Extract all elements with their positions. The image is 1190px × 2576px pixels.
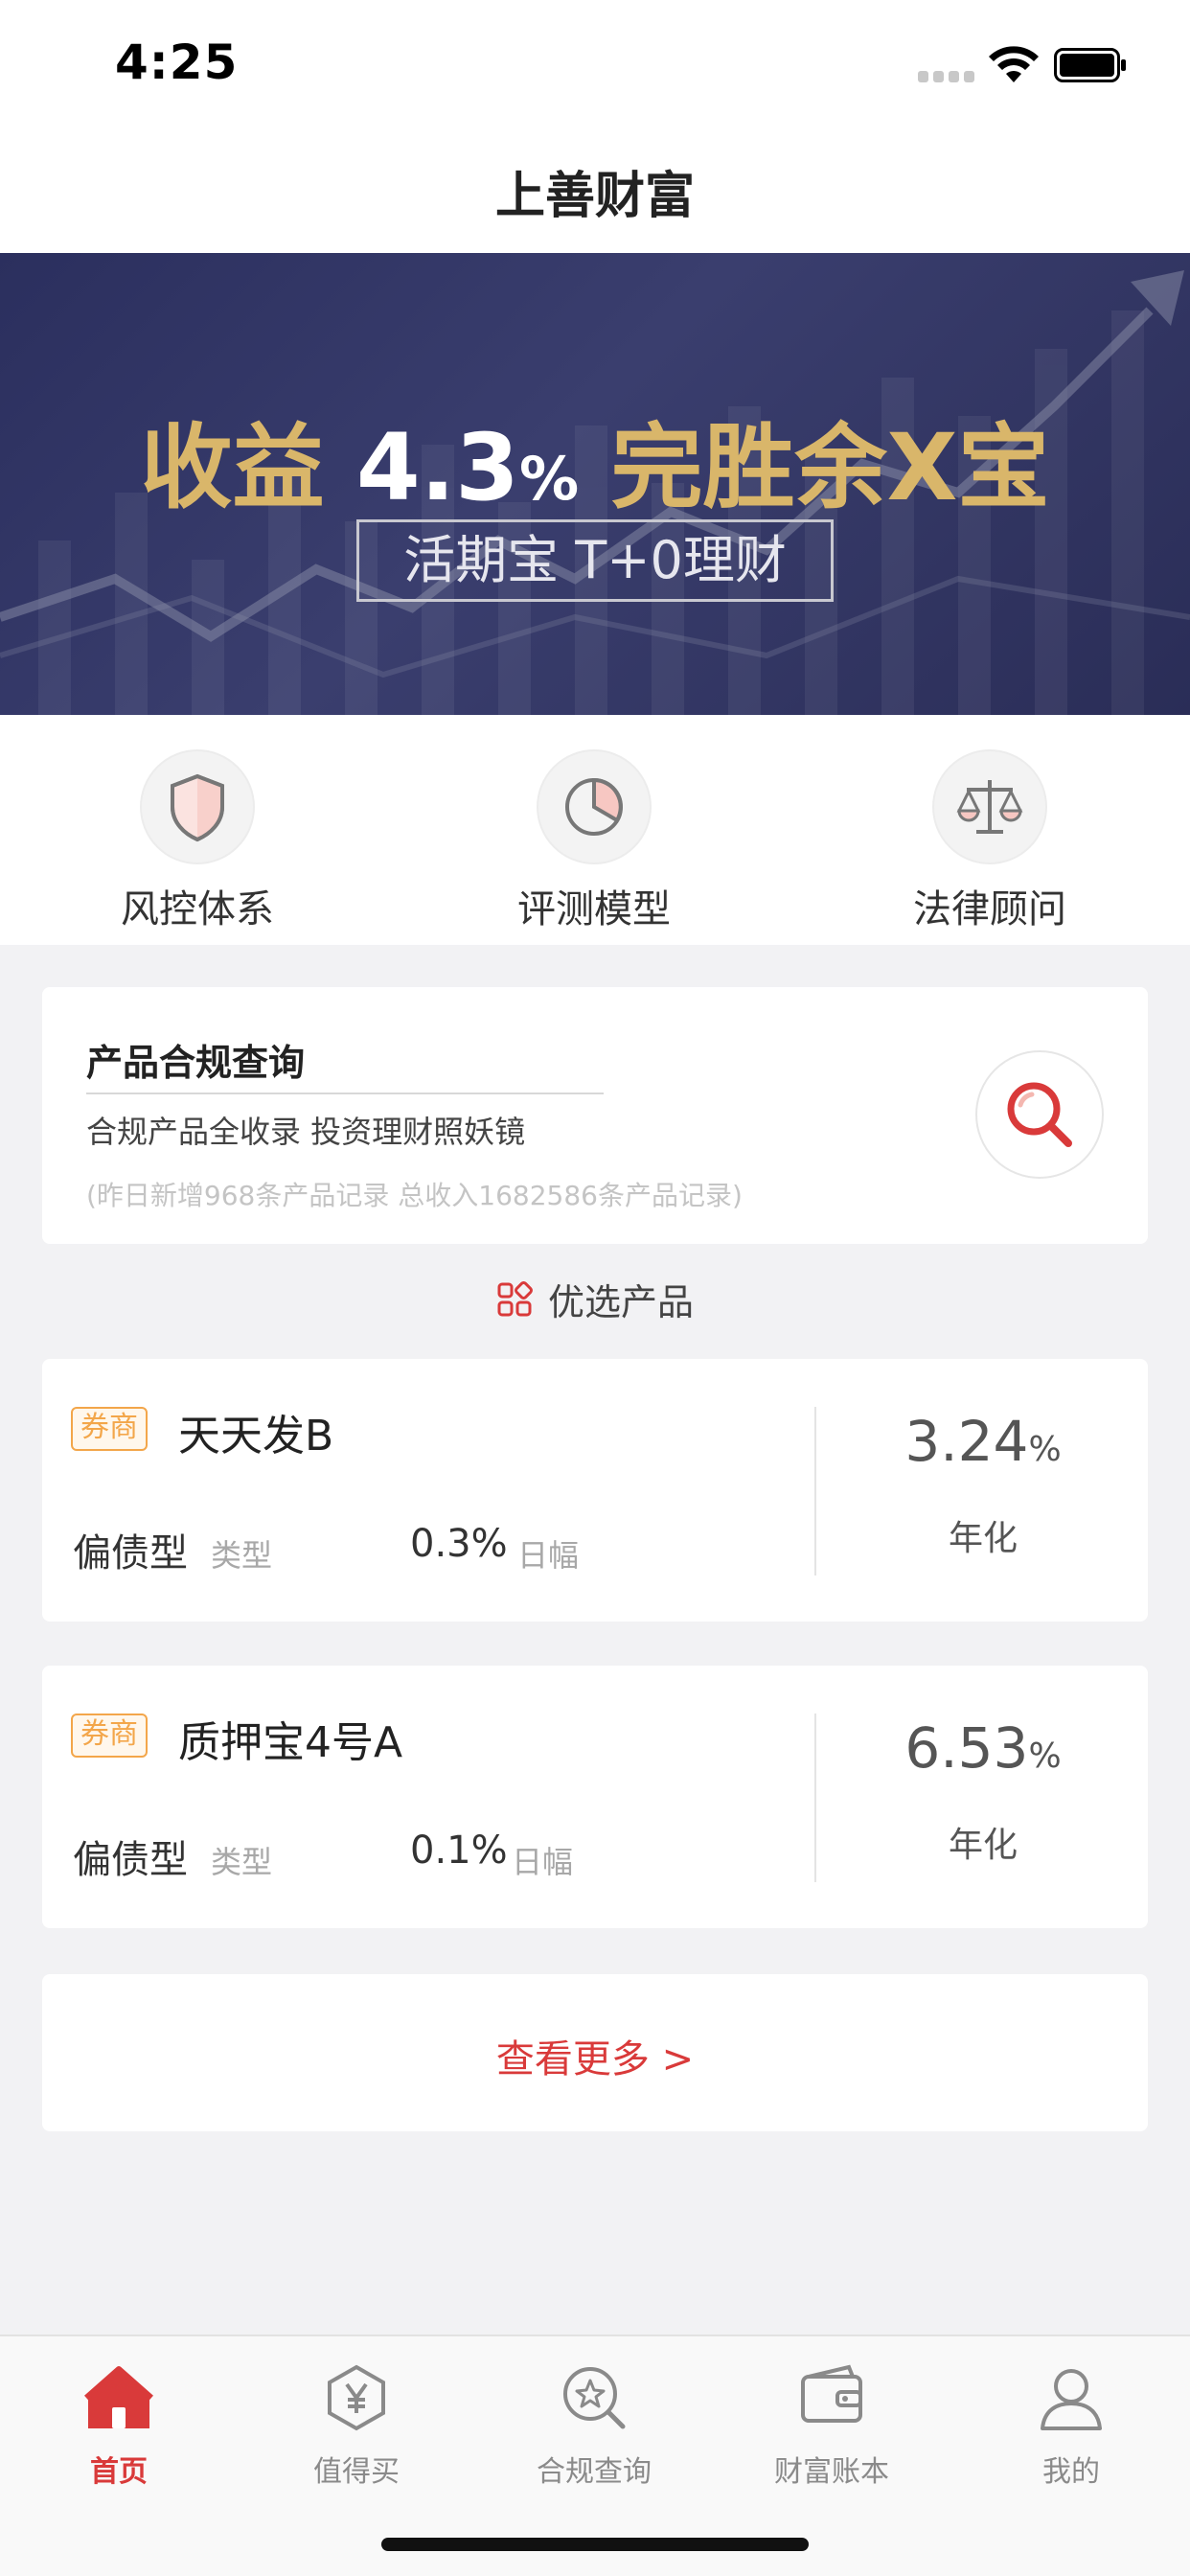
quick-entry-label: 法律顾问 xyxy=(913,887,1066,932)
banner-headline-pct: % xyxy=(518,444,580,514)
quick-entry-label: 评测模型 xyxy=(517,887,671,932)
rate-value: 3.24 xyxy=(904,1409,1029,1474)
tab-label: 财富账本 xyxy=(774,2455,889,2489)
battery-icon xyxy=(1054,48,1126,82)
product-daily-label: 日幅 xyxy=(517,1537,580,1574)
view-more-label: 查看更多 > xyxy=(495,2037,695,2082)
banner-headline-rate: 4.3 xyxy=(355,414,519,521)
compliance-subtitle: 合规产品全收录 投资理财照妖镜 xyxy=(86,1114,526,1150)
compliance-title: 产品合规查询 xyxy=(86,1042,306,1084)
product-type: 偏债型 xyxy=(73,1838,188,1882)
section-header-featured: 优选产品 xyxy=(0,1273,1190,1330)
tab-profile[interactable]: 我的 xyxy=(952,2359,1190,2490)
quick-entry-row: 风控体系 评测模型 法律顾问 xyxy=(0,715,1190,945)
page-title: 上善财富 xyxy=(494,168,695,225)
status-bar: 4:25 xyxy=(0,0,1190,126)
pie-chart-icon xyxy=(537,749,652,864)
divider xyxy=(814,1714,816,1882)
rate-unit: % xyxy=(1028,1430,1062,1469)
quick-entry-label: 风控体系 xyxy=(121,887,274,932)
compliance-note: (昨日新增968条产品记录 总收入1682586条产品记录) xyxy=(86,1180,743,1211)
search-icon xyxy=(1007,1082,1072,1147)
divider xyxy=(814,1407,816,1576)
grid-icon xyxy=(497,1280,533,1316)
product-annual-rate: 3.24% xyxy=(818,1409,1148,1474)
tab-label: 我的 xyxy=(1042,2455,1100,2489)
yen-hexagon-icon xyxy=(328,2364,385,2431)
home-indicator[interactable] xyxy=(381,2538,809,2551)
home-icon xyxy=(84,2366,153,2428)
promo-banner[interactable]: 收益 4.3% 完胜余X宝 活期宝 T+0理财 xyxy=(0,253,1190,715)
product-card[interactable]: 券商 天天发B 偏债型 类型 0.3% 日幅 3.24% 年化 xyxy=(42,1359,1148,1622)
rate-label: 年化 xyxy=(948,1826,1018,1865)
tab-label: 首页 xyxy=(90,2455,148,2489)
banner-headline-suffix: 完胜余X宝 xyxy=(579,414,1050,521)
view-more-button[interactable]: 查看更多 > xyxy=(42,1974,1148,2131)
product-tag: 券商 xyxy=(71,1714,148,1758)
tab-home[interactable]: 首页 xyxy=(0,2359,238,2490)
product-daily-label: 日幅 xyxy=(512,1844,574,1880)
tab-compliance-query[interactable]: 合规查询 xyxy=(475,2359,713,2490)
product-type-label: 类型 xyxy=(211,1537,273,1574)
tab-label: 合规查询 xyxy=(537,2455,652,2489)
product-annual-rate: 6.53% xyxy=(818,1715,1148,1781)
cellular-signal-icon xyxy=(918,71,975,82)
product-daily-change: 0.1% xyxy=(410,1828,508,1873)
banner-headline-prefix: 收益 xyxy=(140,414,356,521)
rate-value: 6.53 xyxy=(904,1715,1029,1781)
wifi-icon xyxy=(989,46,1039,82)
wallet-icon xyxy=(801,2364,862,2423)
product-type-label: 类型 xyxy=(211,1844,273,1880)
banner-headline: 收益 4.3% 完胜余X宝 xyxy=(0,393,1190,526)
rate-unit: % xyxy=(1028,1736,1062,1776)
banner-subtitle: 活期宝 T+0理财 xyxy=(356,519,834,602)
nav-bar: 上善财富 xyxy=(0,126,1190,253)
user-icon xyxy=(1041,2369,1102,2430)
divider xyxy=(86,1092,604,1094)
section-title: 优选产品 xyxy=(547,1281,694,1323)
tab-wealth-ledger[interactable]: 财富账本 xyxy=(713,2359,950,2490)
product-name: 质押宝4号A xyxy=(178,1718,403,1767)
quick-entry-risk-control[interactable]: 风控体系 xyxy=(82,749,312,933)
tab-worth-buying[interactable]: 值得买 xyxy=(238,2359,475,2490)
compliance-query-card[interactable]: 产品合规查询 合规产品全收录 投资理财照妖镜 (昨日新增968条产品记录 总收入… xyxy=(42,987,1148,1244)
quick-entry-legal-advisor[interactable]: 法律顾问 xyxy=(875,749,1105,933)
status-time: 4:25 xyxy=(115,34,239,90)
tab-label: 值得买 xyxy=(313,2455,400,2489)
product-type: 偏债型 xyxy=(73,1531,188,1576)
search-button[interactable] xyxy=(975,1050,1104,1179)
search-star-icon xyxy=(563,2367,626,2429)
rate-label: 年化 xyxy=(948,1519,1018,1558)
scale-icon xyxy=(932,749,1047,864)
product-name: 天天发B xyxy=(178,1412,334,1460)
app-screen: 4:25 上善财富 收益 4.3% 完胜余X宝 活期宝 T+0理财 风控体系 评… xyxy=(0,0,1190,2576)
quick-entry-evaluation-model[interactable]: 评测模型 xyxy=(479,749,709,933)
product-daily-change: 0.3% xyxy=(410,1522,508,1566)
product-tag: 券商 xyxy=(71,1407,148,1451)
product-card[interactable]: 券商 质押宝4号A 偏债型 类型 0.1% 日幅 6.53% 年化 xyxy=(42,1666,1148,1928)
shield-icon xyxy=(140,749,255,864)
